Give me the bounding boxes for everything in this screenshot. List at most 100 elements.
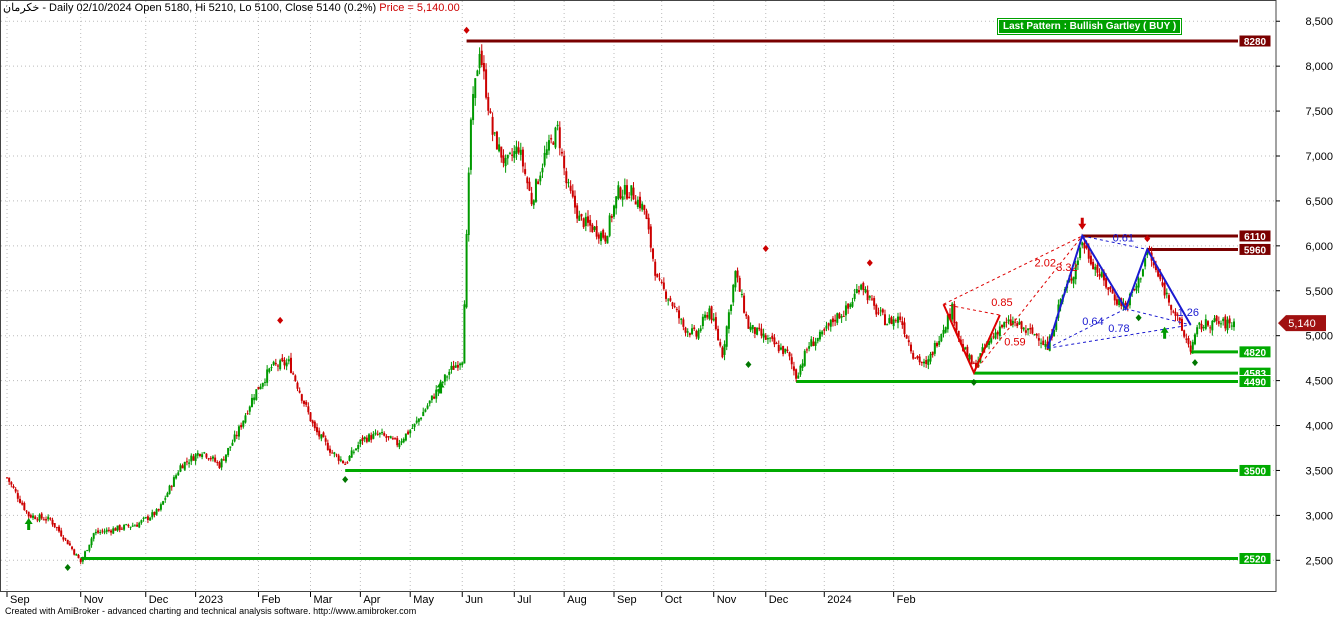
candle-body <box>335 454 338 456</box>
candle-body <box>1213 318 1216 323</box>
candlesticks <box>6 44 1235 565</box>
candle-body <box>725 326 728 347</box>
candle-body <box>1211 320 1214 331</box>
pattern-blue-ratio-label: 0.64 <box>1082 316 1103 328</box>
candle-body <box>272 361 275 366</box>
candle-body <box>1180 318 1183 331</box>
level-tag: 4820 <box>1238 345 1272 359</box>
candle-body <box>407 431 410 435</box>
candle-body <box>840 316 843 318</box>
x-month-label: Sep <box>617 594 637 606</box>
candle-body <box>363 436 366 440</box>
candle-body <box>175 475 178 479</box>
candle-body <box>233 434 236 442</box>
level-tag-label: 3500 <box>1244 466 1267 477</box>
x-month-label: Dec <box>769 594 789 606</box>
candle-body <box>1007 319 1010 322</box>
x-month-label: Oct <box>665 594 682 606</box>
pattern-blue-ratio-label: 0.61 <box>1113 232 1134 244</box>
candle-body <box>77 555 80 559</box>
candle-body <box>196 452 199 456</box>
candle-body <box>190 455 193 462</box>
y-axis: 2,500 3,000 3,500 4,000 4,500 5,000 5,500 6,000… <box>1276 16 1333 567</box>
candle-body <box>1170 305 1173 310</box>
candle-body <box>576 205 579 219</box>
candle-body <box>75 553 78 556</box>
pattern-red-ratio-label: 0.85 <box>991 297 1012 309</box>
candle-body <box>890 316 893 324</box>
candle-body <box>205 453 208 458</box>
candle-body <box>331 452 334 454</box>
candle-body <box>88 544 91 551</box>
candle-body <box>766 338 769 340</box>
x-month-label: Aug <box>567 594 587 606</box>
candle-body <box>545 149 548 156</box>
candle-body <box>873 298 876 306</box>
candle-body <box>476 70 479 77</box>
candle-body <box>1111 289 1114 294</box>
candle-body <box>344 463 347 465</box>
candle-body <box>370 435 373 440</box>
candle-body <box>552 142 555 145</box>
candle-body <box>675 308 678 310</box>
candle-body <box>1191 341 1194 350</box>
candle-body <box>870 298 873 300</box>
candle-body <box>58 526 61 532</box>
candle-body <box>875 304 878 315</box>
candle-body <box>433 396 436 399</box>
peak-diamond-icon <box>463 26 470 34</box>
candle-body <box>1024 330 1027 333</box>
y-tick-label: 7,500 <box>1305 106 1333 118</box>
candle-body <box>463 304 466 364</box>
candle-body <box>209 457 212 460</box>
candle-body <box>1200 323 1203 330</box>
peak-diamond-icon <box>866 259 873 267</box>
candle-body <box>309 412 312 422</box>
candle-body <box>816 337 819 342</box>
candle-body <box>883 314 886 326</box>
candle-body <box>970 355 973 365</box>
candle-body <box>630 185 633 196</box>
candle-body <box>1081 242 1084 246</box>
candle-body <box>647 217 650 230</box>
candle-body <box>155 509 158 515</box>
candle-body <box>38 514 41 521</box>
candle-body <box>62 537 65 540</box>
candle-body <box>311 420 314 424</box>
candle-body <box>823 329 826 331</box>
candle-body <box>547 140 550 151</box>
candle-body <box>385 436 388 438</box>
peak-diamond-icon <box>762 245 769 253</box>
candle-body <box>129 526 132 528</box>
candle-body <box>287 359 290 362</box>
candle-body <box>149 517 152 521</box>
candle-body <box>409 430 412 434</box>
candle-body <box>909 344 912 352</box>
candle-body <box>480 50 483 66</box>
candle-body <box>595 226 598 237</box>
candle-body <box>376 433 379 435</box>
candle-body <box>103 531 106 533</box>
y-tick-label: 6,000 <box>1305 241 1333 253</box>
candle-body <box>248 406 251 412</box>
candle-body <box>1139 278 1142 280</box>
candle-body <box>170 486 173 488</box>
candle-body <box>608 215 611 236</box>
candle-body <box>443 374 446 382</box>
candle-body <box>16 493 19 499</box>
candle-body <box>352 451 355 453</box>
buy-arrow-icon <box>436 381 445 394</box>
candle-body <box>342 460 345 464</box>
candle-body <box>203 452 206 454</box>
candle-body <box>649 226 652 248</box>
candle-body <box>699 328 702 331</box>
candle-body <box>543 152 546 166</box>
pattern-red-ratio-label: 0.59 <box>1004 337 1025 349</box>
candle-body <box>378 432 381 435</box>
candle-body <box>862 282 865 290</box>
candle-body <box>944 327 947 333</box>
candle-body <box>829 319 832 327</box>
candle-body <box>19 498 22 503</box>
candle-body <box>125 524 128 526</box>
candle-body <box>877 312 880 314</box>
